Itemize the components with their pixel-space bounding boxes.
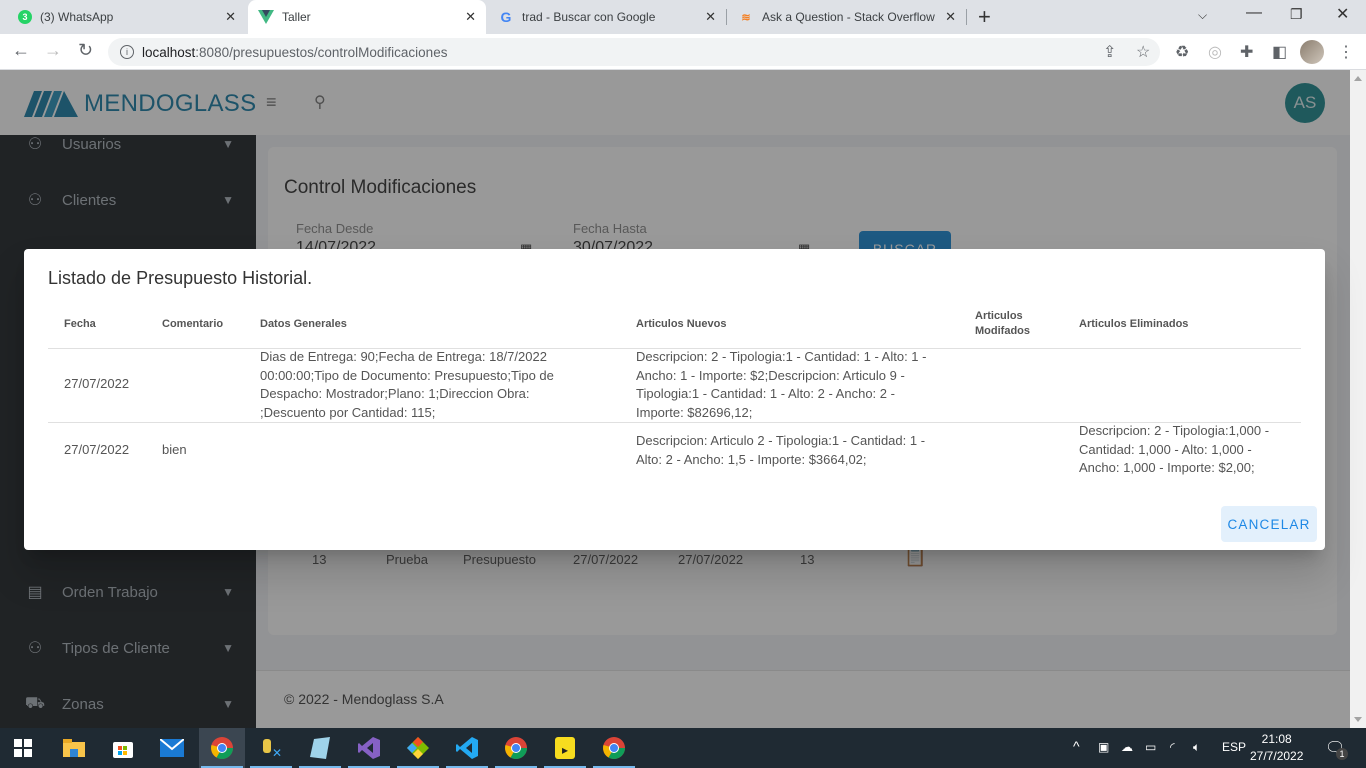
sticky-app-icon[interactable]: ▸: [542, 728, 588, 768]
cancel-button[interactable]: CANCELAR: [1221, 506, 1317, 542]
menu-kebab-icon[interactable]: ⋮: [1338, 42, 1354, 62]
cell-datos-generales: Dias de Entrega: 90;Fecha de Entrega: 18…: [260, 349, 554, 420]
tab-title: (3) WhatsApp: [40, 10, 114, 24]
modal-title: Listado de Presupuesto Historial.: [48, 268, 313, 288]
tab-title: Ask a Question - Stack Overflow: [762, 10, 935, 24]
back-icon[interactable]: ←: [12, 40, 30, 61]
column-header-articulos-eliminados: Articulos Eliminados: [1079, 318, 1189, 330]
chrome-icon[interactable]: [493, 728, 539, 768]
svg-text:▸: ▸: [562, 743, 568, 757]
forward-icon[interactable]: →: [44, 40, 62, 61]
scroll-up-arrow[interactable]: [1354, 76, 1362, 81]
column-header-fecha: Fecha: [64, 318, 96, 330]
tab-google[interactable]: G trad - Buscar con Google ✕: [488, 0, 726, 34]
share-icon[interactable]: ⇪: [1103, 42, 1116, 62]
profile-avatar[interactable]: [1300, 40, 1324, 64]
minimize-button[interactable]: —: [1246, 4, 1262, 22]
extension-icon[interactable]: ◎: [1208, 42, 1222, 62]
cell-articulos-nuevos: Descripcion: Articulo 2 - Tipologia:1 - …: [636, 433, 926, 467]
reload-icon[interactable]: ↻: [78, 40, 93, 61]
browser-tabstrip: 3 (3) WhatsApp ✕ Taller ✕ G trad - Busca…: [0, 0, 1366, 34]
bookmark-star-icon[interactable]: ☆: [1136, 42, 1150, 62]
notification-count: 1: [1336, 748, 1348, 760]
mail-icon[interactable]: [149, 728, 195, 768]
google-icon: G: [500, 9, 512, 25]
git-icon[interactable]: [395, 728, 441, 768]
tab-search-icon[interactable]: ⌵: [1198, 8, 1207, 23]
column-header-comentario: Comentario: [162, 318, 224, 330]
tab-stackoverflow[interactable]: ≋ Ask a Question - Stack Overflow ✕: [728, 0, 966, 34]
volume-icon[interactable]: 🔈︎: [1193, 740, 1200, 755]
column-header-articulos-nuevos: Articulos Nuevos: [636, 318, 727, 330]
new-tab-button[interactable]: +: [978, 4, 991, 30]
system-clock[interactable]: 21:08 27/7/2022: [1250, 731, 1303, 765]
language-indicator[interactable]: ESP: [1222, 740, 1246, 754]
recycle-extension-icon[interactable]: ♻: [1175, 42, 1189, 62]
side-panel-icon[interactable]: ◧: [1272, 42, 1287, 62]
battery-icon[interactable]: ▭: [1145, 740, 1156, 754]
page-scrollbar[interactable]: [1350, 70, 1366, 728]
tab-separator: [966, 9, 967, 25]
windows-start-icon[interactable]: [0, 728, 46, 768]
notepad-icon[interactable]: [297, 728, 343, 768]
cell-articulos-nuevos: Descripcion: 2 - Tipologia:1 - Cantidad:…: [636, 349, 927, 420]
chrome-icon[interactable]: [199, 728, 245, 768]
onedrive-icon[interactable]: ☁: [1121, 740, 1133, 754]
cell-fecha: 27/07/2022: [64, 442, 130, 457]
tab-whatsapp[interactable]: 3 (3) WhatsApp ✕: [8, 0, 246, 34]
tray-expand-icon[interactable]: ^: [1073, 738, 1080, 754]
cell-articulos-eliminados: Descripcion: 2 - Tipologia:1,000 - Canti…: [1079, 423, 1270, 475]
store-icon[interactable]: [100, 728, 146, 768]
site-info-icon[interactable]: i: [120, 45, 134, 59]
clock-time: 21:08: [1261, 732, 1292, 746]
close-tab-icon[interactable]: ✕: [945, 9, 956, 25]
url-host: localhost: [142, 44, 196, 60]
browser-toolbar: ← → ↻ i localhost:8080/presupuestos/cont…: [0, 34, 1366, 70]
file-explorer-icon[interactable]: [51, 728, 97, 768]
windows-taskbar: ✕ ▸ ^ ▣ ☁ ▭ ◜ 🔈︎ ESP 21:08 27/7/2022 🗨︎ …: [0, 728, 1366, 768]
wifi-icon[interactable]: ◜: [1170, 740, 1175, 754]
url-path: :8080/presupuestos/controlModificaciones: [195, 44, 448, 60]
extensions-puzzle-icon[interactable]: ✚: [1240, 42, 1253, 62]
column-header-articulos-modificados: Articulos Modifados: [975, 310, 1030, 337]
address-bar[interactable]: i localhost:8080/presupuestos/controlMod…: [108, 38, 1160, 66]
stackoverflow-icon: ≋: [741, 11, 751, 24]
whatsapp-icon: 3: [18, 10, 32, 24]
close-tab-icon[interactable]: ✕: [705, 9, 716, 25]
scroll-down-arrow[interactable]: [1354, 717, 1362, 722]
vscode-icon[interactable]: [444, 728, 490, 768]
restore-button[interactable]: ❐: [1290, 6, 1303, 23]
meet-now-icon[interactable]: ▣: [1098, 740, 1109, 754]
close-window-button[interactable]: ✕: [1336, 4, 1349, 24]
db-tool-icon[interactable]: ✕: [248, 728, 294, 768]
vue-icon: [258, 9, 274, 25]
tab-separator: [726, 9, 727, 25]
cell-fecha: 27/07/2022: [64, 376, 130, 391]
historial-modal: Listado de Presupuesto Historial. Fecha …: [24, 249, 1325, 550]
chrome-icon[interactable]: [591, 728, 637, 768]
clock-date: 27/7/2022: [1250, 749, 1304, 763]
svg-text:✕: ✕: [272, 746, 282, 759]
column-header-datos-generales: Datos Generales: [260, 318, 347, 330]
close-tab-icon[interactable]: ✕: [465, 9, 476, 25]
visual-studio-icon[interactable]: [346, 728, 392, 768]
cell-comentario: bien: [162, 442, 187, 457]
tab-title: trad - Buscar con Google: [522, 10, 656, 24]
tab-taller[interactable]: Taller ✕: [248, 0, 486, 34]
tab-title: Taller: [282, 10, 311, 24]
close-tab-icon[interactable]: ✕: [225, 9, 236, 25]
